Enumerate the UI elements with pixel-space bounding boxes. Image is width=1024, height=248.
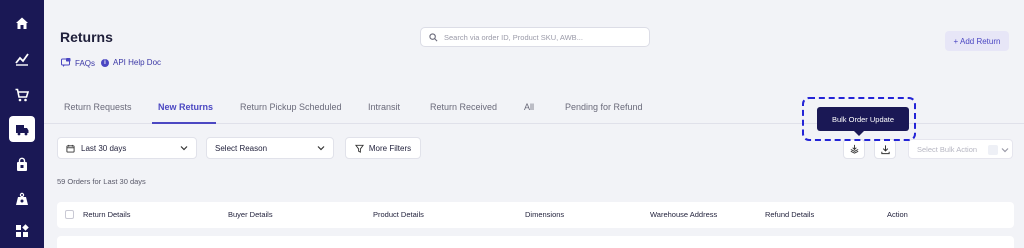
date-range-dropdown[interactable]: Last 30 days <box>57 137 197 159</box>
analytics-icon[interactable] <box>9 46 35 72</box>
calendar-icon <box>66 144 75 153</box>
chevron-down-icon <box>1001 148 1009 153</box>
select-all-checkbox[interactable] <box>65 210 74 219</box>
api-help-label: API Help Doc <box>113 58 162 67</box>
table-header: Return Details Buyer Details Product Det… <box>57 202 1014 228</box>
column-product-details: Product Details <box>373 210 424 219</box>
tab-return-received[interactable]: Return Received <box>430 98 497 123</box>
search-box[interactable] <box>420 27 650 47</box>
date-range-value: Last 30 days <box>81 143 127 153</box>
add-return-button[interactable]: + Add Return <box>945 31 1009 51</box>
tab-all[interactable]: All <box>524 98 534 123</box>
sidebar <box>0 0 44 248</box>
column-dimensions: Dimensions <box>525 210 565 219</box>
apps-icon[interactable] <box>9 218 35 244</box>
column-return-details: Return Details <box>83 210 131 219</box>
reason-value: Select Reason <box>215 143 268 153</box>
more-filters-button[interactable]: More Filters <box>345 137 421 159</box>
bulk-order-update-tooltip: Bulk Order Update <box>817 107 909 136</box>
tab-intransit[interactable]: Intransit <box>368 98 400 123</box>
tab-return-requests[interactable]: Return Requests <box>64 98 132 123</box>
faq-chat-icon <box>61 58 71 68</box>
tab-pending-for-refund[interactable]: Pending for Refund <box>565 98 643 123</box>
bulk-update-stack-icon <box>850 144 858 154</box>
reason-dropdown[interactable]: Select Reason <box>206 137 334 159</box>
weight-icon[interactable] <box>9 186 35 212</box>
page-title: Returns <box>60 29 113 45</box>
returns-icon[interactable] <box>9 116 35 142</box>
bag-icon[interactable] <box>9 152 35 178</box>
search-icon <box>429 32 438 41</box>
bulk-action-select[interactable]: Select Bulk Action <box>908 139 1013 159</box>
api-help-link[interactable]: i API Help Doc <box>101 58 161 67</box>
chevron-down-icon <box>317 146 325 151</box>
table-row[interactable] <box>57 236 1014 248</box>
info-icon: i <box>101 58 109 67</box>
column-warehouse-address: Warehouse Address <box>650 210 718 219</box>
cart-icon[interactable] <box>9 82 35 108</box>
chevron-down-icon <box>180 146 188 151</box>
more-filters-label: More Filters <box>368 143 412 153</box>
search-input[interactable] <box>444 32 634 42</box>
faqs-link[interactable]: FAQs <box>61 58 95 68</box>
orders-count: 59 Orders for Last 30 days <box>57 177 146 186</box>
tab-new-returns[interactable]: New Returns <box>158 98 213 123</box>
download-button[interactable] <box>874 139 896 159</box>
column-buyer-details: Buyer Details <box>228 210 273 219</box>
faqs-label: FAQs <box>75 58 96 68</box>
active-tab-indicator <box>152 122 216 124</box>
main-content: Returns FAQs i API Help Doc + Add Return… <box>44 0 1024 248</box>
download-icon <box>880 144 890 154</box>
filter-funnel-icon <box>354 144 364 153</box>
column-action: Action <box>887 210 908 219</box>
tab-return-pickup-scheduled[interactable]: Return Pickup Scheduled <box>240 98 342 123</box>
bulk-action-placeholder: Select Bulk Action <box>917 144 978 154</box>
home-icon[interactable] <box>9 10 35 36</box>
bulk-order-update-button[interactable] <box>843 139 865 159</box>
column-refund-details: Refund Details <box>765 210 815 219</box>
bulk-action-indicator <box>988 145 998 155</box>
